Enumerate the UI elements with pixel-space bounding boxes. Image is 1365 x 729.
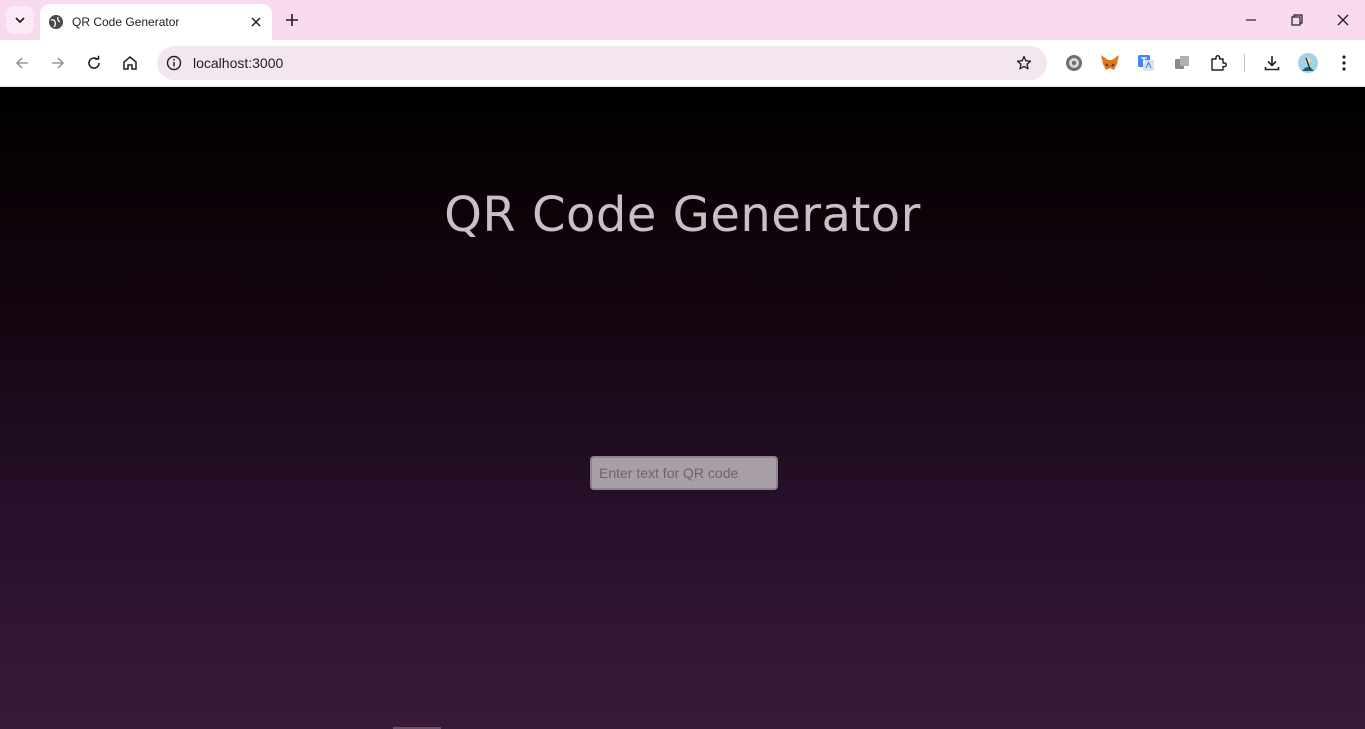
copy-extension-icon[interactable] [1170, 51, 1194, 75]
close-icon[interactable] [246, 12, 266, 32]
puzzle-icon[interactable] [1206, 51, 1230, 75]
home-button[interactable] [115, 48, 145, 78]
active-tab[interactable]: QR Code Generator [40, 4, 272, 40]
tab-strip: QR Code Generator [0, 0, 1365, 40]
reload-icon [88, 55, 100, 69]
info-icon[interactable] [159, 48, 189, 78]
restore-button[interactable] [1274, 0, 1320, 40]
tab-title: QR Code Generator [72, 15, 180, 29]
toolbar-divider [1244, 54, 1245, 72]
reload-button[interactable] [79, 48, 109, 78]
restore-icon [1291, 14, 1303, 26]
kebab-menu-icon[interactable] [1332, 51, 1356, 75]
tab-search-button[interactable] [6, 6, 34, 34]
star-icon[interactable] [1009, 48, 1039, 78]
close-icon [1337, 14, 1349, 26]
arrow-right-icon [52, 57, 65, 69]
address-bar[interactable]: localhost:3000 [157, 46, 1047, 80]
url-text: localhost:3000 [193, 55, 284, 71]
minimize-button[interactable] [1228, 0, 1274, 40]
forward-button[interactable] [43, 48, 73, 78]
browser-toolbar: localhost:3000 [0, 40, 1365, 87]
page-content: QR Code Generator [0, 87, 1365, 729]
gear-extension-icon[interactable] [1062, 51, 1086, 75]
close-window-button[interactable] [1320, 0, 1365, 40]
translate-icon[interactable] [1134, 51, 1158, 75]
globe-icon [48, 14, 64, 30]
plus-icon [286, 14, 298, 26]
avatar[interactable] [1296, 51, 1320, 75]
metamask-fox-icon[interactable] [1098, 51, 1122, 75]
qr-text-input[interactable] [590, 456, 778, 490]
minimize-icon [1246, 19, 1256, 21]
new-tab-button[interactable] [280, 8, 304, 32]
download-icon[interactable] [1260, 51, 1284, 75]
chevron-down-icon [15, 17, 25, 24]
page-title: QR Code Generator [444, 187, 921, 243]
arrow-left-icon [15, 57, 28, 69]
back-button[interactable] [7, 48, 37, 78]
home-icon [123, 56, 137, 70]
